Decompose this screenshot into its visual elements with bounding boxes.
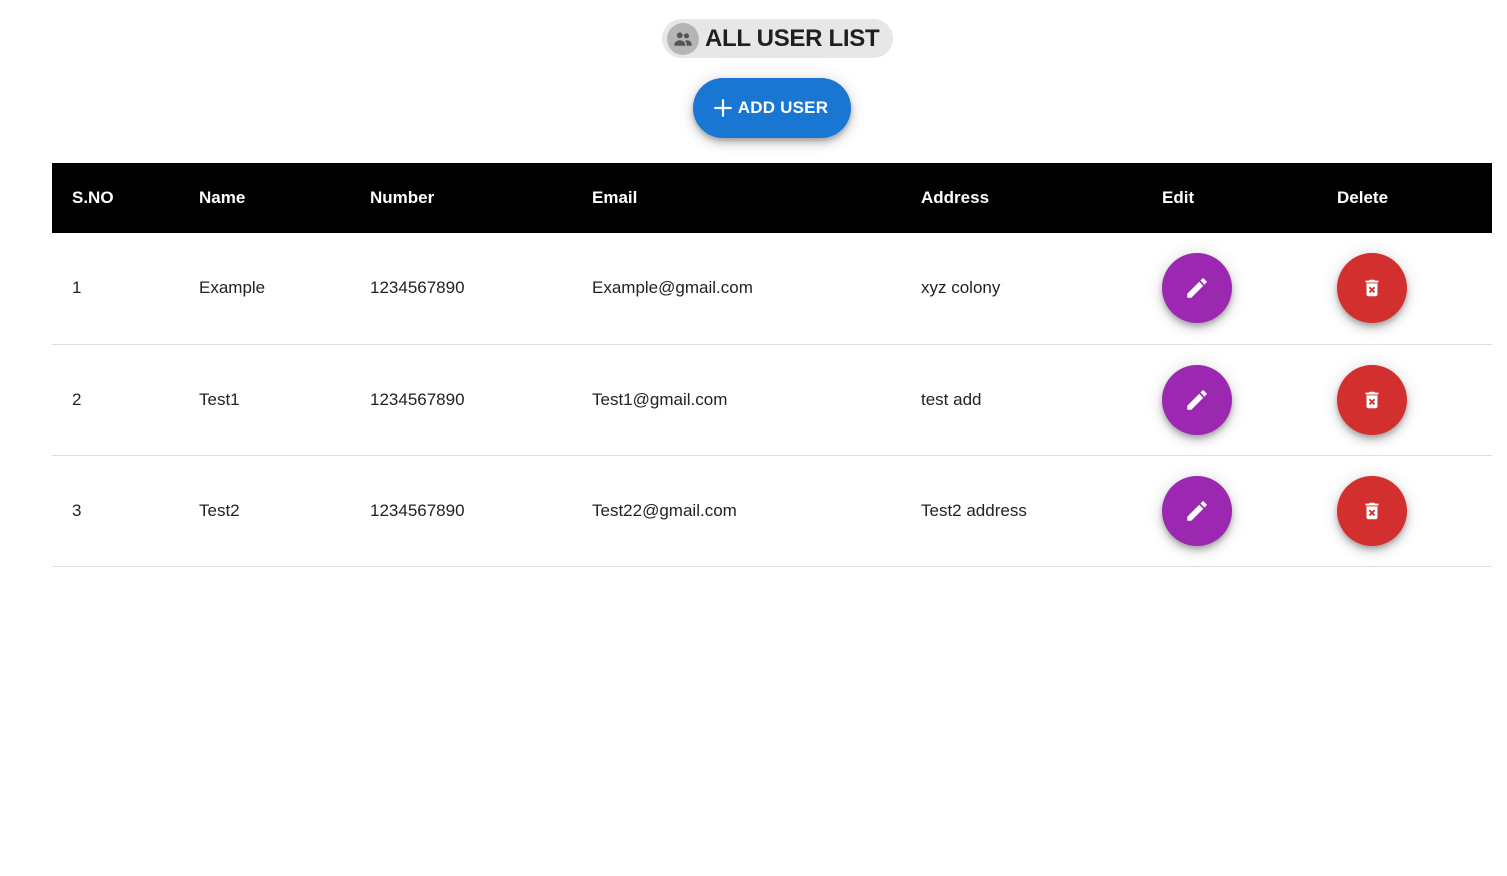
column-header-name: Name [199, 188, 246, 207]
cell-address: test add [921, 389, 982, 409]
column-header-address: Address [921, 188, 990, 207]
user-table: S.NO Name Number Email Address Edit Dele… [52, 163, 1492, 567]
delete-button[interactable] [1337, 364, 1407, 435]
table-row: 2 Test1 1234567890 Test1@gmail.com test … [52, 344, 1492, 455]
table-row: 3 Test2 1234567890 Test22@gmail.com Test… [52, 455, 1492, 566]
pencil-icon [1187, 500, 1207, 521]
cell-sno: 1 [72, 278, 82, 298]
column-header-edit: Edit [1162, 188, 1195, 207]
column-header-email: Email [592, 188, 638, 207]
add-user-button[interactable]: ADD USER [693, 78, 851, 138]
cell-edit [1142, 455, 1317, 566]
cell-delete [1317, 344, 1492, 455]
cell-sno: 3 [72, 500, 82, 520]
cell-number: 1234567890 [370, 500, 465, 520]
edit-button[interactable] [1162, 253, 1232, 324]
cell-name: Test1 [199, 389, 240, 409]
page-title-chip: ALL USER LIST [662, 19, 894, 58]
column-header-sno: S.NO [72, 188, 114, 207]
pencil-icon [1187, 278, 1207, 298]
table-body: 1 Example 1234567890 Example@gmail.com x… [52, 233, 1492, 566]
plus-icon [712, 97, 734, 119]
cell-number: 1234567890 [370, 389, 465, 409]
cell-address: Test2 address [921, 500, 1027, 520]
trash-icon [1365, 280, 1379, 297]
trash-icon [1365, 391, 1379, 408]
edit-button[interactable] [1162, 475, 1232, 546]
table-row: 1 Example 1234567890 Example@gmail.com x… [52, 233, 1492, 344]
cell-edit [1142, 233, 1317, 344]
edit-button[interactable] [1162, 364, 1232, 435]
user-list-page: ALL USER LIST ADD USER S.NO Name Number … [0, 0, 1507, 876]
group-icon [667, 22, 699, 55]
cell-delete [1317, 455, 1492, 566]
delete-button[interactable] [1337, 253, 1407, 324]
cell-sno: 2 [72, 389, 82, 409]
cell-email: Test1@gmail.com [592, 389, 728, 409]
cell-address: xyz colony [921, 278, 1001, 298]
cell-email: Example@gmail.com [592, 278, 753, 298]
cell-email: Test22@gmail.com [592, 500, 737, 520]
table-header-row: S.NO Name Number Email Address Edit Dele… [52, 163, 1492, 233]
cell-name: Example [199, 278, 266, 298]
cell-number: 1234567890 [370, 278, 465, 298]
column-header-delete: Delete [1337, 188, 1389, 207]
cell-delete [1317, 233, 1492, 344]
page-title: ALL USER LIST [705, 24, 880, 52]
pencil-icon [1187, 389, 1207, 410]
column-header-number: Number [370, 188, 435, 207]
table-header: S.NO Name Number Email Address Edit Dele… [52, 163, 1492, 233]
add-user-button-label: ADD USER [737, 98, 829, 117]
cell-edit [1142, 344, 1317, 455]
cell-name: Test2 [199, 500, 240, 520]
trash-icon [1365, 502, 1379, 519]
delete-button[interactable] [1337, 475, 1407, 546]
